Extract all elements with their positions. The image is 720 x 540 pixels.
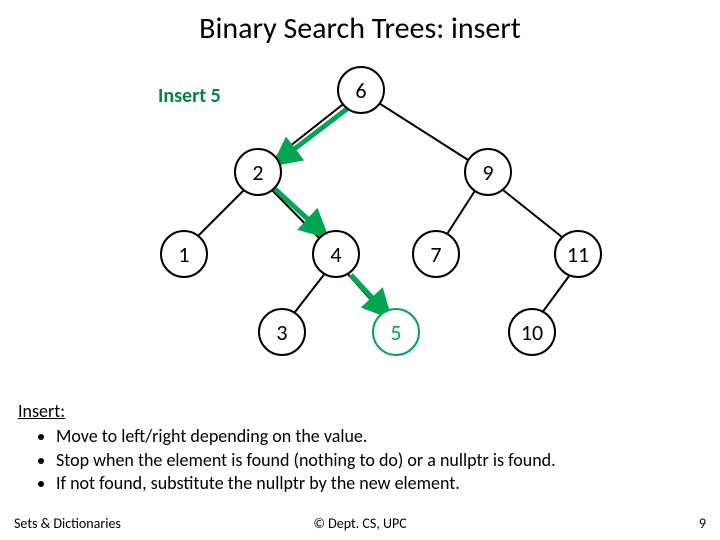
tree-node-11: 11 — [554, 230, 602, 278]
description-block: Insert: Move to left/right depending on … — [18, 400, 556, 496]
tree-node-7: 7 — [412, 230, 460, 278]
page-title: Binary Search Trees: insert — [0, 0, 720, 47]
description-bullet: Move to left/right depending on the valu… — [56, 425, 556, 448]
footer-center: © Dept. CS, UPC — [0, 515, 720, 532]
tree-node-4: 4 — [312, 230, 360, 278]
insert-label: Insert 5 — [158, 84, 221, 108]
tree-node-5-new: 5 — [372, 308, 420, 356]
tree-node-6: 6 — [337, 66, 385, 114]
description-heading: Insert: — [18, 400, 65, 422]
tree-node-10: 10 — [508, 308, 556, 356]
tree-node-2: 2 — [234, 148, 282, 196]
description-bullet: If not found, substitute the nullptr by … — [56, 472, 556, 495]
description-bullet: Stop when the element is found (nothing … — [56, 449, 556, 472]
tree-node-9: 9 — [464, 148, 512, 196]
tree-node-3: 3 — [258, 308, 306, 356]
tree-node-1: 1 — [160, 230, 208, 278]
footer-page-number: 9 — [699, 515, 706, 532]
